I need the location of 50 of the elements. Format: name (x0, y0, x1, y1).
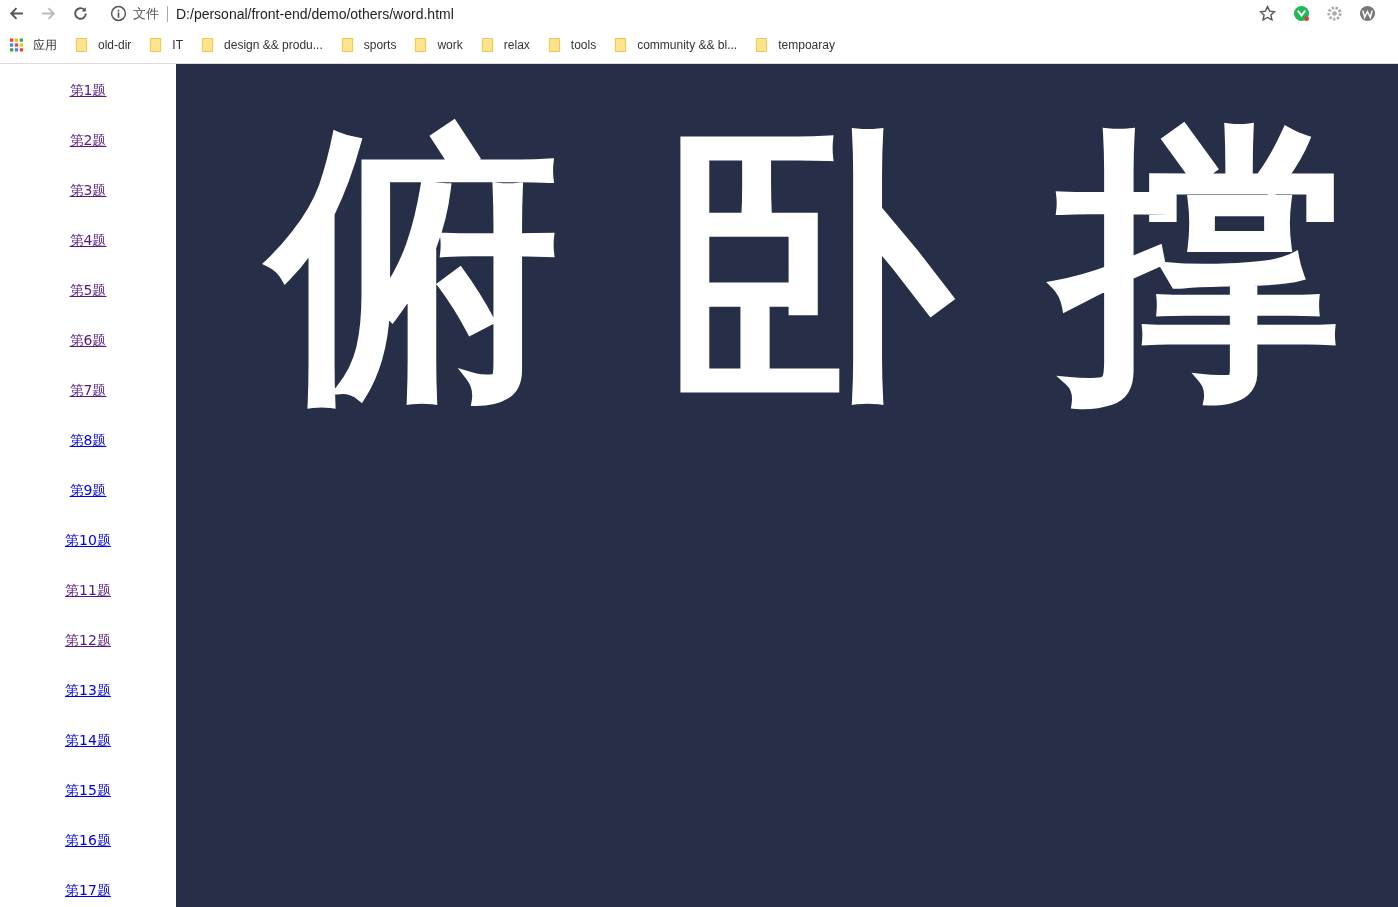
bookmark-folder[interactable]: design && produ... (224, 38, 323, 52)
bookmark-folder[interactable]: sports (363, 38, 397, 52)
big-character: 撑 (1048, 84, 1350, 447)
question-link[interactable]: 第8题 (69, 430, 107, 450)
bookmark-folder[interactable]: tools (570, 38, 597, 52)
folder-icon[interactable] (201, 38, 215, 52)
question-link[interactable]: 第5题 (69, 280, 107, 300)
question-link[interactable]: 第13题 (65, 680, 111, 700)
info-icon[interactable] (110, 5, 127, 22)
question-link[interactable]: 第7题 (69, 380, 107, 400)
folder-icon[interactable] (547, 38, 561, 52)
question-link[interactable]: 第6题 (69, 330, 107, 350)
bookmark-folder[interactable]: community && bl... (637, 38, 738, 52)
gear-icon[interactable] (1326, 5, 1343, 22)
back-icon[interactable] (8, 5, 25, 22)
question-link[interactable]: 第12题 (65, 630, 111, 650)
folder-icon[interactable] (414, 38, 428, 52)
question-link[interactable]: 第1题 (69, 80, 107, 100)
bookmark-folder[interactable]: relax (503, 38, 530, 52)
question-link[interactable]: 第15题 (65, 780, 111, 800)
question-link[interactable]: 第9题 (69, 480, 107, 500)
reload-icon[interactable] (72, 5, 89, 22)
security-label: 文件 (133, 4, 159, 23)
folder-icon[interactable] (75, 38, 88, 52)
bookmark-folder[interactable]: old-dir (98, 38, 132, 52)
question-link[interactable]: 第17题 (65, 880, 111, 900)
apps-grid-icon[interactable] (10, 38, 23, 52)
folder-icon[interactable] (614, 38, 628, 52)
question-link[interactable]: 第14题 (65, 730, 111, 750)
question-link[interactable]: 第16题 (65, 830, 111, 850)
question-link[interactable]: 第10题 (65, 530, 111, 550)
question-link[interactable]: 第2题 (69, 130, 107, 150)
question-link[interactable]: 第11题 (65, 580, 111, 600)
address-bar[interactable]: D:/personal/front-end/demo/others/word.html (176, 5, 454, 22)
extension-icon[interactable] (1359, 5, 1376, 22)
extension-icon[interactable] (1293, 5, 1310, 22)
bookmark-folder[interactable]: tempoaray (778, 38, 835, 52)
folder-icon[interactable] (340, 38, 354, 52)
bookmark-link[interactable]: 应用 (33, 36, 57, 54)
question-link[interactable]: 第3题 (69, 180, 107, 200)
folder-icon[interactable] (149, 38, 163, 52)
folder-icon[interactable] (755, 38, 769, 52)
forward-icon[interactable] (40, 5, 57, 22)
big-character: 俯 (264, 84, 566, 447)
question-link[interactable]: 第4题 (69, 230, 107, 250)
big-character: 卧 (656, 84, 958, 447)
bookmark-folder[interactable]: IT (172, 38, 184, 52)
folder-icon[interactable] (480, 38, 494, 52)
star-icon[interactable] (1259, 5, 1276, 22)
bookmark-folder[interactable]: work (437, 38, 463, 52)
